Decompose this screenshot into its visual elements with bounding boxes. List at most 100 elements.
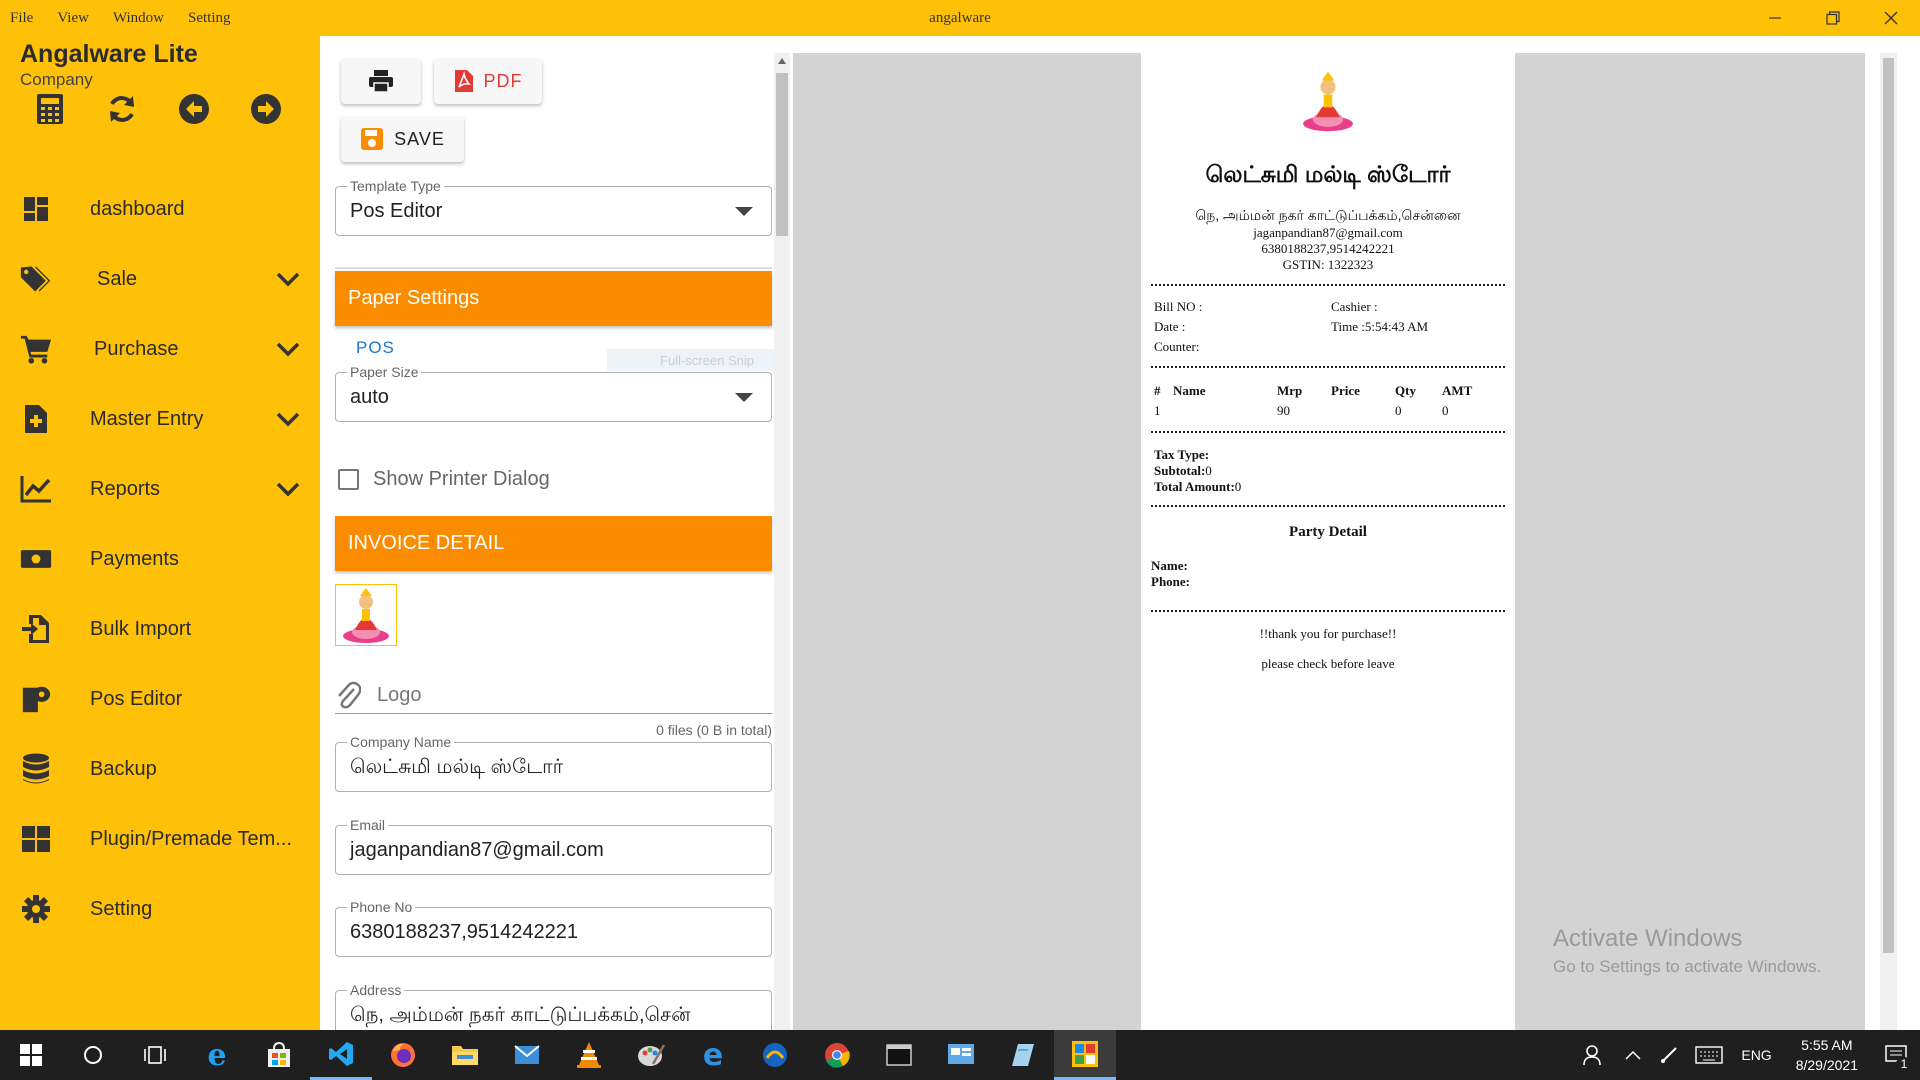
receipt-party-phone: Phone: <box>1151 574 1190 589</box>
search-button[interactable] <box>62 1030 124 1080</box>
show-printer-dialog-label: Show Printer Dialog <box>373 468 550 490</box>
sidebar-item-backup[interactable]: Backup <box>0 734 320 804</box>
receipt-divider <box>1151 505 1505 507</box>
taskbar-control-panel[interactable] <box>930 1030 992 1080</box>
edge-icon: e <box>702 1037 724 1073</box>
sidebar-item-dashboard[interactable]: dashboard <box>0 174 320 244</box>
taskbar-firefox[interactable] <box>372 1030 434 1080</box>
receipt-col-mrp: Mrp <box>1277 383 1303 398</box>
taskbar-paint[interactable] <box>620 1030 682 1080</box>
receipt-col-amt: AMT <box>1442 383 1473 398</box>
receipt-row-qty: 0 <box>1395 403 1402 418</box>
paper-settings-header[interactable]: Paper Settings <box>335 271 772 326</box>
start-button[interactable] <box>0 1030 62 1080</box>
sidebar-item-master-entry[interactable]: Master Entry <box>0 384 320 454</box>
taskbar-edge[interactable]: e <box>682 1030 744 1080</box>
menu-view[interactable]: View <box>57 10 89 27</box>
restore-button[interactable] <box>1804 0 1862 36</box>
logo-file-input[interactable]: Logo <box>335 676 772 714</box>
invoice-detail-header[interactable]: INVOICE DETAIL <box>335 516 772 571</box>
close-button[interactable] <box>1862 0 1920 36</box>
vlc-icon <box>577 1042 601 1068</box>
taskbar-vlc[interactable] <box>558 1030 620 1080</box>
blue-app-icon <box>763 1043 787 1067</box>
language-indicator[interactable]: ENG <box>1731 1047 1781 1063</box>
menu-window[interactable]: Window <box>113 10 164 27</box>
brand-subtitle: Company <box>20 70 93 89</box>
taskbar-chrome[interactable] <box>806 1030 868 1080</box>
sidebar-item-reports[interactable]: Reports <box>0 454 320 524</box>
logo-thumbnail[interactable] <box>335 584 397 646</box>
sidebar-item-label: dashboard <box>90 197 185 220</box>
pen-icon[interactable] <box>1651 1045 1687 1065</box>
database-icon <box>20 753 52 785</box>
clock[interactable]: 5:55 AM 8/29/2021 <box>1782 1035 1872 1075</box>
notes-icon <box>1012 1044 1034 1066</box>
keyboard-icon[interactable] <box>1687 1046 1731 1064</box>
chevron-down-icon[interactable] <box>274 335 302 363</box>
taskbar-app-blue[interactable] <box>744 1030 806 1080</box>
file-plus-icon <box>20 403 52 435</box>
preview-scrollbar[interactable] <box>1880 53 1897 1030</box>
taskbar-store[interactable] <box>248 1030 310 1080</box>
task-view-button[interactable] <box>124 1030 186 1080</box>
forward-arrow-icon[interactable] <box>248 91 284 127</box>
refresh-icon[interactable] <box>104 91 140 127</box>
sidebar-item-bulk-import[interactable]: Bulk Import <box>0 594 320 664</box>
taskbar-cmd[interactable] <box>868 1030 930 1080</box>
print-button[interactable] <box>341 58 421 104</box>
search-icon <box>84 1046 102 1064</box>
scroll-up-icon[interactable] <box>777 57 787 65</box>
calculator-icon[interactable] <box>32 91 68 127</box>
show-printer-dialog-checkbox[interactable] <box>338 469 359 490</box>
chevron-up-icon[interactable] <box>1615 1050 1651 1060</box>
form-scrollbar[interactable] <box>774 53 790 1030</box>
address-value: நெ, அம்மன் நகர் காட்டுப்பக்கம்,சென் <box>350 1004 691 1026</box>
sidebar-item-plugins[interactable]: Plugin/Premade Tem... <box>0 804 320 874</box>
address-field[interactable]: Address நெ, அம்மன் நகர் காட்டுப்பக்கம்,ச… <box>335 982 772 1030</box>
receipt-time: Time :5:54:43 AM <box>1331 319 1429 334</box>
preview-scrollbar-thumb[interactable] <box>1883 58 1894 953</box>
menu-file[interactable]: File <box>10 10 33 27</box>
paper-settings-title: Paper Settings <box>348 287 480 309</box>
template-type-value: Pos Editor <box>350 200 443 222</box>
taskbar-vscode[interactable] <box>310 1030 372 1080</box>
window-title: angalware <box>929 9 991 26</box>
phone-field[interactable]: Phone No 6380188237,9514242221 <box>335 899 772 957</box>
taskbar-explorer[interactable] <box>434 1030 496 1080</box>
menu-setting[interactable]: Setting <box>188 10 231 27</box>
chevron-down-icon[interactable] <box>274 475 302 503</box>
receipt-address: நெ, அம்மன் நகர் காட்டுப்பக்கம்,சென்னை <box>1195 207 1461 223</box>
logo-placeholder: Logo <box>377 684 422 706</box>
paper-size-select[interactable]: Paper Size auto <box>335 364 772 422</box>
vscode-icon <box>329 1041 353 1066</box>
company-name-field[interactable]: Company Name லெட்சுமி மல்டி ஸ்டோர் <box>335 734 772 792</box>
sidebar-item-setting[interactable]: Setting <box>0 874 320 944</box>
sidebar-item-payments[interactable]: Payments <box>0 524 320 594</box>
sidebar-item-pos-editor[interactable]: Pos Editor <box>0 664 320 734</box>
receipt-bill-no: Bill NO : <box>1154 299 1203 314</box>
taskbar-notes[interactable] <box>992 1030 1054 1080</box>
activate-windows-watermark: Activate Windows Go to Settings to activ… <box>1553 925 1821 977</box>
chevron-down-icon[interactable] <box>274 405 302 433</box>
taskbar-ie[interactable]: e <box>186 1030 248 1080</box>
receipt-tax-type: Tax Type: <box>1154 447 1210 462</box>
chevron-down-icon[interactable] <box>274 265 302 293</box>
email-field[interactable]: Email jaganpandian87@gmail.com <box>335 817 772 875</box>
tag-icon <box>20 263 52 295</box>
back-arrow-icon[interactable] <box>176 91 212 127</box>
taskbar-mail[interactable] <box>496 1030 558 1080</box>
people-icon[interactable] <box>1571 1044 1615 1066</box>
receipt-email: jaganpandian87@gmail.com <box>1253 225 1403 240</box>
sidebar-item-label: Master Entry <box>90 407 204 430</box>
form-scrollbar-thumb[interactable] <box>776 73 788 236</box>
sidebar-item-sale[interactable]: Sale <box>0 244 320 314</box>
sidebar-item-purchase[interactable]: Purchase <box>0 314 320 384</box>
template-type-select[interactable]: Template Type Pos Editor <box>335 178 772 236</box>
minimize-button[interactable] <box>1746 0 1804 36</box>
taskbar-angalware[interactable] <box>1054 1030 1116 1080</box>
pdf-button[interactable]: PDF <box>434 58 542 104</box>
save-button[interactable]: SAVE <box>341 116 464 162</box>
notification-button[interactable]: 1 <box>1872 1045 1920 1071</box>
tab-pos[interactable]: POS <box>356 338 395 358</box>
